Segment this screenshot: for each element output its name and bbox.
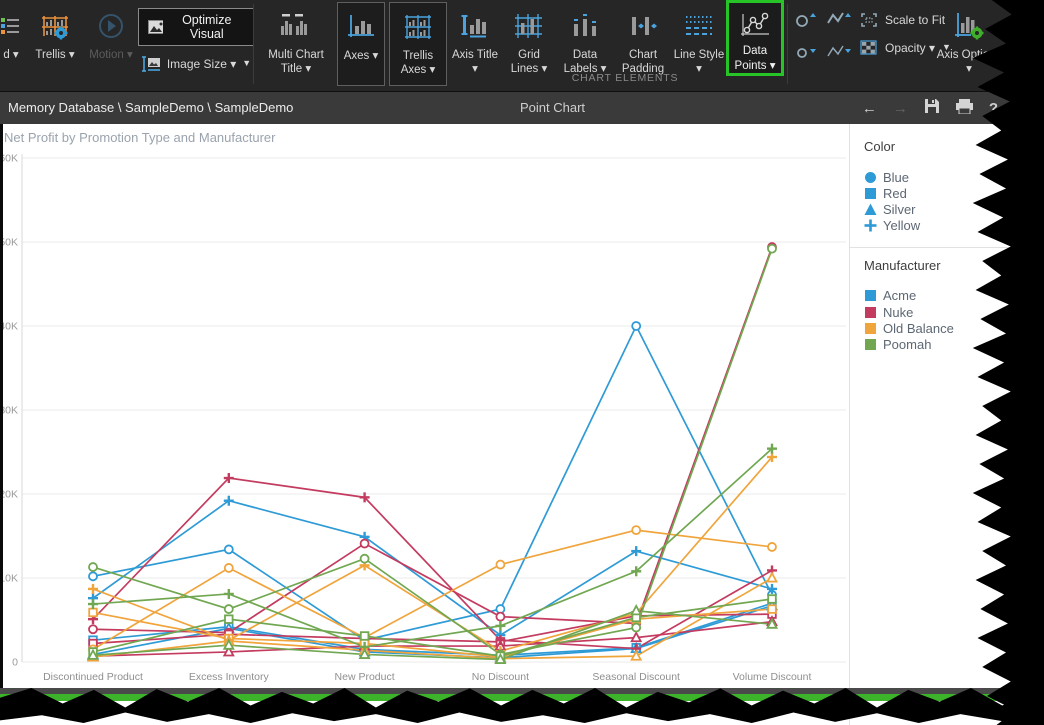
legend-item-label: Blue (883, 170, 909, 185)
toolbar-item-label: Trellis Axes ▾ (390, 49, 446, 78)
ribbon-toolbar: d ▾ Trellis ▾ Motion ▾ (0, 0, 1044, 92)
motion-play-icon (96, 6, 126, 46)
toolbar-item-label: Motion ▾ (89, 48, 132, 62)
svg-text:Excess Inventory: Excess Inventory (189, 671, 270, 683)
toolbar-item-label: Trellis ▾ (35, 48, 74, 62)
svg-text:Volume Discount: Volume Discount (733, 671, 812, 683)
toolbar-item-axis-options[interactable]: Axis Options ▾ (936, 2, 1002, 86)
multi-chart-title-icon (279, 6, 313, 46)
image-size-button[interactable]: Image Size ▾ ▼ (141, 55, 251, 73)
toolbar-item-trellis-axes[interactable]: Trellis Axes ▾ (389, 2, 447, 86)
decrease-point-size-button[interactable] (792, 41, 818, 70)
legend-item-label: Nuke (883, 305, 913, 320)
toolbar-separator (253, 4, 254, 84)
toolbar-item-axes[interactable]: Axes ▾ (337, 2, 385, 86)
legend-item-label: Yellow (883, 218, 920, 233)
image-size-icon (141, 55, 161, 73)
chart-padding-icon (628, 6, 658, 46)
data-points-icon (739, 7, 771, 42)
toolbar-group-visual: Optimize Visual Image Size ▾ ▼ (138, 2, 254, 86)
scale-to-fit-button[interactable]: Scale to Fit (860, 12, 945, 28)
svg-text:No Discount: No Discount (472, 671, 529, 683)
scale-to-fit-icon (860, 12, 878, 28)
toolbar-item-axis-title[interactable]: Axis Title ▾ (450, 2, 500, 86)
ribbon-group-label: CHART ELEMENTS (545, 72, 705, 84)
axis-options-icon (953, 6, 985, 46)
toolbar-item-label: d ▾ (3, 48, 18, 62)
point-chart-canvas[interactable]: 010K20K30K40K50K60KDiscontinued ProductE… (0, 124, 848, 702)
image-size-label: Image Size ▾ (167, 57, 236, 72)
toolbar-item-trellis[interactable]: Trellis ▾ (26, 2, 84, 86)
square-marker-icon (864, 187, 877, 200)
opacity-label: Opacity ▾ (885, 41, 935, 56)
axes-icon (347, 7, 375, 47)
forward-button: → (893, 100, 908, 117)
image-icon (148, 20, 163, 34)
toolbar-item-motion: Motion ▾ (84, 2, 138, 86)
breadcrumb-bar: Memory Database \ SampleDemo \ SampleDem… (0, 92, 1044, 124)
toolbar-item-label: Axes ▾ (344, 49, 379, 63)
trellis-axes-icon (403, 7, 433, 47)
plus-marker-icon (864, 219, 877, 232)
toolbar-separator (787, 4, 788, 84)
svg-text:0: 0 (12, 657, 18, 669)
swatch-icon (864, 289, 877, 302)
canvas-area: Net Profit by Promotion Type and Manufac… (0, 124, 1044, 725)
legend-item-label: Silver (883, 202, 916, 217)
legend-item-label: Old Balance (883, 321, 954, 336)
legend-item-label: Poomah (883, 337, 931, 352)
legend-item-label: Acme (883, 288, 916, 303)
list-icon (0, 6, 23, 46)
page-title: Point Chart (520, 100, 585, 115)
circle-marker-icon (864, 171, 877, 184)
point-line-size-buttons (788, 4, 856, 72)
axis-title-icon (461, 6, 489, 46)
torn-edge-left (0, 124, 3, 690)
svg-text:New Product: New Product (335, 671, 395, 683)
toolbar-item-label: Multi Chart Title ▾ (257, 48, 335, 77)
opacity-icon (860, 40, 878, 56)
toolbar-item-label: Axis Title ▾ (450, 48, 500, 77)
back-button[interactable]: ← (862, 100, 877, 117)
line-style-icon (684, 6, 714, 46)
legend-item-label: Red (883, 186, 907, 201)
triangle-marker-icon (864, 203, 877, 216)
toolbar-item-label: Data Points ▾ (729, 44, 781, 73)
increase-point-size-button[interactable] (792, 7, 818, 36)
swatch-icon (864, 306, 877, 319)
svg-text:Seasonal Discount: Seasonal Discount (592, 671, 680, 683)
svg-text:Discontinued Product: Discontinued Product (43, 671, 143, 683)
toolbar-item-multi-chart-title[interactable]: Multi Chart Title ▾ (257, 2, 335, 86)
decrease-line-width-button[interactable] (826, 41, 852, 70)
toolbar-item-data-points[interactable]: Data Points ▾ (726, 0, 784, 76)
save-icon[interactable] (924, 98, 940, 118)
trellis-icon (40, 6, 70, 46)
breadcrumb[interactable]: Memory Database \ SampleDemo \ SampleDem… (8, 100, 293, 115)
app-window: d ▾ Trellis ▾ Motion ▾ (0, 0, 1044, 725)
optimize-visual-button[interactable]: Optimize Visual (138, 8, 254, 46)
optimize-visual-label: Optimize Visual (169, 13, 244, 41)
chevron-down-icon: ▼ (242, 58, 251, 69)
swatch-icon (864, 338, 877, 351)
data-labels-icon (571, 6, 599, 46)
grid-lines-icon (514, 6, 544, 46)
increase-line-width-button[interactable] (826, 7, 852, 36)
swatch-icon (864, 322, 877, 335)
print-icon[interactable] (956, 99, 973, 118)
